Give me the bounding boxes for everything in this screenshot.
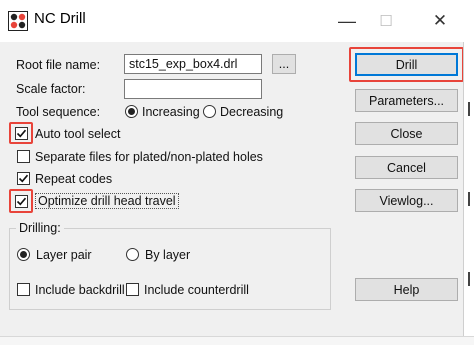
repeat-codes-label[interactable]: Repeat codes: [35, 172, 112, 186]
separate-files-label[interactable]: Separate files for plated/non-plated hol…: [35, 150, 263, 164]
minimize-button[interactable]: —: [332, 6, 362, 36]
drilling-groupbox: [9, 228, 331, 310]
layer-pair-radio[interactable]: [17, 248, 30, 261]
increasing-radio[interactable]: [125, 105, 138, 118]
increasing-label[interactable]: Increasing: [142, 105, 200, 119]
scale-factor-field[interactable]: [124, 79, 262, 99]
parameters-button[interactable]: Parameters...: [355, 89, 458, 112]
include-backdrill-label[interactable]: Include backdrill: [35, 283, 125, 297]
separate-files-checkbox[interactable]: [17, 150, 30, 163]
radio-selected-dot: [128, 108, 135, 115]
include-counterdrill-checkbox[interactable]: [126, 283, 139, 296]
auto-tool-select-label[interactable]: Auto tool select: [35, 127, 120, 141]
layer-pair-label[interactable]: Layer pair: [36, 248, 92, 262]
window-title: NC Drill: [34, 10, 86, 27]
include-counterdrill-label[interactable]: Include counterdrill: [144, 283, 249, 297]
drill-button[interactable]: Drill: [355, 53, 458, 76]
decreasing-label[interactable]: Decreasing: [220, 105, 283, 119]
decreasing-radio[interactable]: [203, 105, 216, 118]
browse-button[interactable]: ...: [272, 54, 296, 74]
include-backdrill-checkbox[interactable]: [17, 283, 30, 296]
repeat-codes-checkbox[interactable]: [17, 172, 30, 185]
help-button[interactable]: Help: [355, 278, 458, 301]
checkmark-icon: [18, 174, 29, 183]
maximize-button[interactable]: ☐: [371, 6, 401, 36]
root-file-label: Root file name:: [16, 58, 101, 72]
radio-selected-dot: [20, 251, 27, 258]
tool-sequence-label: Tool sequence:: [16, 105, 101, 119]
viewlog-button[interactable]: Viewlog...: [355, 189, 458, 212]
optimize-drill-label[interactable]: Optimize drill head travel: [35, 193, 179, 209]
checkmark-icon: [16, 129, 27, 138]
root-file-field[interactable]: stc15_exp_box4.drl: [124, 54, 262, 74]
checkmark-icon: [16, 197, 27, 206]
close-button[interactable]: Close: [355, 122, 458, 145]
scale-factor-label: Scale factor:: [16, 82, 86, 96]
auto-tool-select-checkbox[interactable]: [15, 127, 28, 140]
optimize-drill-checkbox[interactable]: [15, 195, 28, 208]
by-layer-label[interactable]: By layer: [145, 248, 190, 262]
cancel-button[interactable]: Cancel: [355, 156, 458, 179]
by-layer-radio[interactable]: [126, 248, 139, 261]
background-window-edge: [463, 42, 474, 344]
close-window-button[interactable]: ✕: [425, 6, 455, 36]
drilling-group-title: Drilling:: [16, 221, 64, 235]
nc-drill-app-icon: [8, 11, 28, 31]
